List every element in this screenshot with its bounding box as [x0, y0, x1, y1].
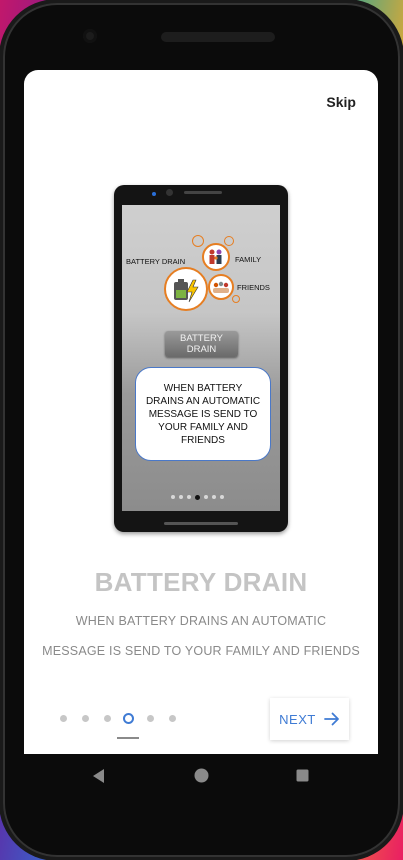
- illustration-pager-dot: [179, 495, 183, 499]
- page-title: BATTERY DRAIN: [94, 567, 308, 597]
- page-dot[interactable]: [60, 715, 67, 722]
- active-page-underline: [117, 737, 139, 739]
- skip-button[interactable]: Skip: [326, 94, 356, 110]
- decor-ring: [224, 236, 234, 246]
- decor-ring: [232, 295, 240, 303]
- home-icon[interactable]: [194, 768, 209, 783]
- page-indicator: [55, 713, 185, 725]
- recents-icon[interactable]: [296, 769, 309, 782]
- decor-ring: [192, 235, 204, 247]
- illustration-battery-button: BATTERY DRAIN: [165, 331, 238, 357]
- page-dot[interactable]: [169, 715, 176, 722]
- illustration-pager-dot: [171, 495, 175, 499]
- page-dot[interactable]: [82, 715, 89, 722]
- illustration-battery-label: BATTERY DRAIN: [126, 257, 186, 266]
- illustration-speaker: [184, 191, 222, 194]
- illustration-button-line2: DRAIN: [186, 344, 217, 355]
- battery-icon: [164, 267, 208, 311]
- description-line-1: WHEN BATTERY DRAINS AN AUTOMATIC: [75, 614, 327, 628]
- onboarding-screen: Skip BATTERY DRAIN FAMILY FRIENDS BATTER…: [24, 70, 378, 754]
- system-navigation-bar: [24, 754, 378, 798]
- illustration-pager-dot: [220, 495, 224, 499]
- next-button[interactable]: NEXT: [270, 698, 349, 740]
- illustration-message-bubble: WHEN BATTERY DRAINS AN AUTOMATIC MESSAGE…: [135, 367, 271, 461]
- illustration-pager-dot: [212, 495, 216, 499]
- illustration-home-bar: [164, 522, 238, 525]
- illustration-pager-dot: [187, 495, 191, 499]
- arrow-right-icon: [323, 712, 339, 726]
- illustration-friends-label: FRIENDS: [237, 283, 270, 292]
- description-line-2: MESSAGE IS SEND TO YOUR FAMILY AND FRIEN…: [42, 644, 360, 658]
- friends-icon: [208, 274, 234, 300]
- back-icon[interactable]: [91, 768, 105, 784]
- front-camera: [83, 29, 97, 43]
- illustration-camera: [166, 189, 173, 196]
- earpiece-speaker: [161, 32, 275, 42]
- illustration-button-line1: BATTERY: [180, 333, 223, 344]
- family-icon: [202, 243, 230, 271]
- illustration-screen: BATTERY DRAIN FAMILY FRIENDS BATTERY DRA…: [122, 205, 280, 511]
- page-dot[interactable]: [147, 715, 154, 722]
- illustration-family-label: FAMILY: [235, 255, 262, 264]
- illustration-pager-dot: [204, 495, 208, 499]
- next-label: NEXT: [279, 711, 316, 727]
- illustration-led: [152, 192, 156, 196]
- illustration-pager-dots: [171, 494, 224, 500]
- phone-illustration: BATTERY DRAIN FAMILY FRIENDS BATTERY DRA…: [114, 185, 288, 532]
- illustration-pager-dot-active: [195, 494, 200, 500]
- page-dot-active[interactable]: [123, 713, 134, 724]
- page-dot[interactable]: [104, 715, 111, 722]
